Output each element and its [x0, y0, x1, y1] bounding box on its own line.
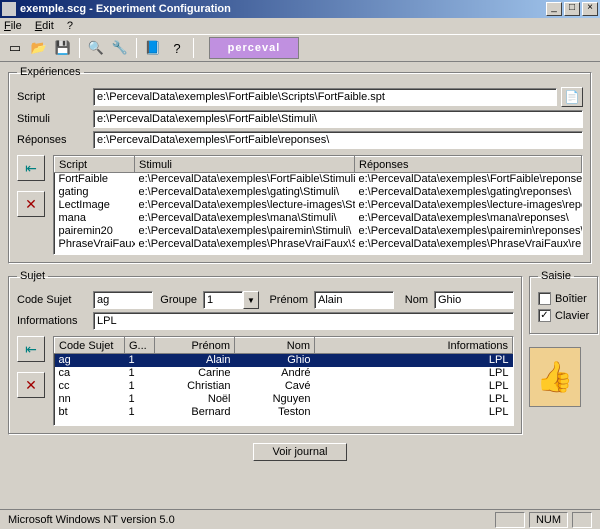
- titlebar[interactable]: exemple.scg - Experiment Configuration _…: [0, 0, 600, 18]
- prenom-field[interactable]: Alain: [314, 291, 394, 309]
- table-row[interactable]: cc1ChristianCavéLPL: [55, 380, 513, 393]
- toolbar: ▭ 📂 💾 🔍 🔧 📘 ? perceval: [0, 34, 600, 62]
- prenom-label: Prénom: [259, 294, 314, 306]
- table-row[interactable]: gatinge:\PercevalData\exemples\gating\St…: [55, 186, 582, 199]
- boitier-checkbox[interactable]: Boîtier: [538, 292, 590, 305]
- groupe-label: Groupe: [153, 294, 203, 306]
- table-row[interactable]: LectImagee:\PercevalData\exemples\lectur…: [55, 199, 582, 212]
- col-stimuli[interactable]: Stimuli: [135, 157, 355, 173]
- sujet-group: Sujet Code Sujet ag Groupe 1 ▼ Prénom Al…: [8, 270, 523, 435]
- status-os: Microsoft Windows NT version 5.0: [8, 514, 491, 526]
- nom-field[interactable]: Ghio: [434, 291, 514, 309]
- table-row[interactable]: ag1AlainGhioLPL: [55, 354, 513, 367]
- groupe-combo[interactable]: 1 ▼: [203, 291, 259, 309]
- col-info[interactable]: Informations: [315, 338, 513, 354]
- experiences-group: Expériences Script e:\PercevalData\exemp…: [8, 66, 592, 264]
- info-label: Informations: [17, 315, 93, 327]
- sujet-legend: Sujet: [17, 270, 48, 282]
- delete-subject-button[interactable]: ✕: [17, 372, 45, 398]
- info-field[interactable]: LPL: [93, 312, 514, 330]
- table-row[interactable]: nn1NoëlNguyenLPL: [55, 393, 513, 406]
- add-subject-button[interactable]: ⇤: [17, 336, 45, 362]
- script-label: Script: [17, 91, 93, 103]
- saisie-group: Saisie Boîtier ✓ Clavier: [529, 270, 599, 335]
- stimuli-field[interactable]: e:\PercevalData\exemples\FortFaible\Stim…: [93, 110, 583, 128]
- table-row[interactable]: FortFaiblee:\PercevalData\exemples\FortF…: [55, 173, 582, 186]
- code-label: Code Sujet: [17, 294, 93, 306]
- stimuli-label: Stimuli: [17, 113, 93, 125]
- checkbox-icon: ✓: [538, 309, 551, 322]
- col-reponses[interactable]: Réponses: [355, 157, 582, 173]
- voir-journal-button[interactable]: Voir journal: [253, 443, 346, 461]
- groupe-value: 1: [203, 291, 243, 309]
- window-title: exemple.scg - Experiment Configuration: [20, 3, 544, 15]
- clavier-label: Clavier: [555, 310, 589, 322]
- chevron-down-icon[interactable]: ▼: [243, 291, 259, 309]
- code-field[interactable]: ag: [93, 291, 153, 309]
- save-icon[interactable]: 💾: [52, 37, 74, 59]
- new-icon[interactable]: ▭: [4, 37, 26, 59]
- tool-icon[interactable]: 🔧: [109, 37, 131, 59]
- boitier-label: Boîtier: [555, 293, 587, 305]
- menu-edit[interactable]: Edit: [35, 20, 54, 32]
- nom-label: Nom: [394, 294, 434, 306]
- col-nom[interactable]: Nom: [235, 338, 315, 354]
- minimize-button[interactable]: _: [546, 2, 562, 16]
- checkbox-icon: [538, 292, 551, 305]
- status-num: NUM: [529, 512, 568, 528]
- experiences-legend: Expériences: [17, 66, 84, 78]
- help-icon[interactable]: ?: [166, 37, 188, 59]
- thumbs-up-icon[interactable]: 👍: [529, 347, 581, 407]
- browse-script-button[interactable]: 📄: [561, 87, 583, 107]
- experiments-table[interactable]: Script Stimuli Réponses FortFaiblee:\Per…: [53, 155, 583, 255]
- reponses-field[interactable]: e:\PercevalData\exemples\FortFaible\repo…: [93, 131, 583, 149]
- table-row[interactable]: pairemin20e:\PercevalData\exemples\paire…: [55, 225, 582, 238]
- subjects-table[interactable]: Code Sujet G... Prénom Nom Informations …: [53, 336, 514, 426]
- col-code[interactable]: Code Sujet: [55, 338, 125, 354]
- table-row[interactable]: PhraseVraiFauxe:\PercevalData\exemples\P…: [55, 238, 582, 251]
- find-icon[interactable]: 🔍: [85, 37, 107, 59]
- table-row[interactable]: bt1BernardTestonLPL: [55, 406, 513, 419]
- menubar: File Edit ?: [0, 18, 600, 34]
- reponses-label: Réponses: [17, 134, 93, 146]
- close-button[interactable]: ×: [582, 2, 598, 16]
- brand-banner: perceval: [209, 37, 299, 59]
- maximize-button[interactable]: □: [564, 2, 580, 16]
- add-experiment-button[interactable]: ⇤: [17, 155, 45, 181]
- clavier-checkbox[interactable]: ✓ Clavier: [538, 309, 590, 322]
- col-script[interactable]: Script: [55, 157, 135, 173]
- script-field[interactable]: e:\PercevalData\exemples\FortFaible\Scri…: [93, 88, 557, 106]
- col-groupe[interactable]: G...: [125, 338, 155, 354]
- col-prenom[interactable]: Prénom: [155, 338, 235, 354]
- saisie-legend: Saisie: [538, 270, 574, 282]
- menu-file[interactable]: File: [4, 20, 22, 32]
- statusbar: Microsoft Windows NT version 5.0 NUM: [0, 509, 600, 529]
- book-icon[interactable]: 📘: [142, 37, 164, 59]
- table-row[interactable]: manae:\PercevalData\exemples\mana\Stimul…: [55, 212, 582, 225]
- open-icon[interactable]: 📂: [28, 37, 50, 59]
- table-row[interactable]: ca1CarineAndréLPL: [55, 367, 513, 380]
- delete-experiment-button[interactable]: ✕: [17, 191, 45, 217]
- menu-help[interactable]: ?: [67, 20, 73, 32]
- app-icon: [2, 2, 16, 16]
